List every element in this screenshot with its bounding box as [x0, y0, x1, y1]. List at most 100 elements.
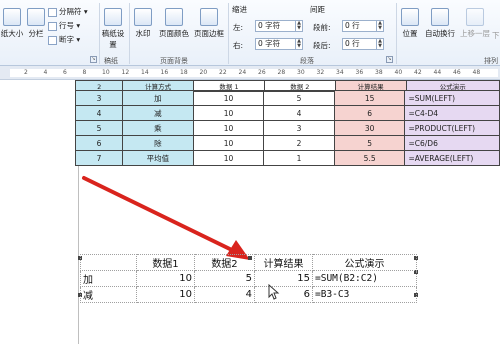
draft-paper-button[interactable]: 稿纸设置 [100, 8, 126, 50]
table-header-cell[interactable]: 公式演示 [312, 254, 417, 271]
ruler-tick-label: 32 [316, 69, 325, 76]
separator [396, 3, 397, 64]
row-number-cell[interactable]: 7 [74, 150, 124, 166]
page-color-button[interactable]: 页面颜色 [156, 8, 192, 39]
table-header-cell[interactable]: 计算结果 [254, 254, 313, 271]
table-row: 6 除 10 2 5 =C6/D6 [74, 135, 500, 151]
wrap-text-button[interactable]: 自动换行 [424, 8, 456, 39]
hyphenation-button[interactable]: 断字 ▾ [48, 34, 80, 45]
paper-size-icon [3, 8, 21, 26]
breaks-button[interactable]: 分隔符 ▾ [48, 6, 88, 17]
table-row: 加 10 5 15 =SUM(B2:C2) [80, 270, 417, 287]
watermark-button[interactable]: 水印 [132, 8, 154, 39]
line-numbers-button[interactable]: 行号 ▾ [48, 20, 80, 31]
columns-button[interactable]: 分栏 [26, 8, 46, 39]
data2-cell[interactable]: 2 [263, 135, 335, 151]
formula-cell[interactable]: =B3-C3 [312, 286, 417, 303]
spacing-before-label: 段前: [313, 23, 331, 32]
ruler-tick-label: 6 [63, 69, 67, 76]
ruler-tick-label: 24 [238, 69, 247, 76]
spinner-arrows-icon[interactable]: ▲ ▼ [376, 21, 383, 31]
spinner-arrows-icon[interactable]: ▲ ▼ [295, 21, 302, 31]
result-cell[interactable]: 6 [254, 286, 313, 303]
spacing-title: 间距 [310, 5, 325, 14]
page-borders-button[interactable]: 页面边框 [192, 8, 226, 39]
spinner-arrows-icon[interactable]: ▲ ▼ [376, 39, 383, 49]
ruler-tick-label: 34 [336, 69, 344, 76]
formula-cell[interactable]: =SUM(B2:C2) [312, 270, 417, 287]
hyphenation-label: 断字 [59, 35, 74, 44]
position-button[interactable]: 位置 [398, 8, 422, 39]
indent-right-label: 右: [233, 41, 244, 50]
result-cell[interactable]: 5 [333, 135, 406, 151]
separator [228, 3, 229, 64]
spinner-arrows-icon[interactable]: ▲ ▼ [295, 39, 302, 49]
spacing-before-input[interactable]: 0 行 ▲ ▼ [342, 20, 384, 32]
result-cell[interactable]: 15 [254, 270, 313, 287]
spacing-after-value: 0 行 [345, 39, 360, 48]
data1-cell[interactable]: 10 [192, 150, 265, 166]
data1-cell[interactable]: 10 [192, 135, 265, 151]
table-header-cell[interactable]: 数据2 [194, 254, 255, 271]
horizontal-ruler[interactable]: 2 4 6 8 10 12 14 16 18 20 22 24 26 28 30 32 34 36 38 40 42 44… [0, 66, 500, 80]
bring-forward-icon [466, 8, 484, 26]
data2-cell[interactable]: 1 [263, 150, 335, 166]
data2-cell[interactable]: 5 [194, 270, 255, 287]
paragraph-group-label: 段落 [300, 57, 314, 65]
result-cell[interactable]: 15 [333, 90, 406, 106]
send-backward-label[interactable]: 下 [492, 30, 500, 41]
ruler-tick-label: 14 [141, 69, 149, 76]
result-cell[interactable]: 5.5 [333, 150, 406, 166]
operation-cell[interactable]: 加 [122, 90, 194, 106]
operation-cell[interactable]: 减 [122, 105, 194, 121]
data1-cell[interactable]: 10 [136, 270, 195, 287]
ruler-tick-label: 16 [160, 69, 169, 76]
ribbon: 纸大小 分栏 分隔符 ▾ 行号 ▾ 断字 ▾ ↘ 稿纸设置 稿纸 水印 页面颜色… [0, 0, 500, 66]
operation-cell[interactable]: 除 [122, 135, 194, 151]
formula-table[interactable]: 数据1 数据2 计算结果 公式演示 加 10 5 15 =SUM(B2:C2) … [80, 254, 417, 303]
operation-cell[interactable]: 乘 [122, 120, 194, 136]
data1-cell[interactable]: 10 [192, 90, 265, 106]
arrange-group-label: 排列 [484, 57, 498, 65]
row-number-cell[interactable]: 5 [74, 120, 124, 136]
data1-cell[interactable]: 10 [136, 286, 195, 303]
formula-cell[interactable]: =SUM(LEFT) [404, 90, 500, 106]
formula-cell[interactable]: =AVERAGE(LEFT) [404, 150, 500, 166]
wrap-text-label: 自动换行 [425, 29, 455, 38]
operation-cell[interactable]: 加 [80, 270, 137, 287]
spacing-after-input[interactable]: 0 行 ▲ ▼ [342, 38, 384, 50]
table-header-row: 数据1 数据2 计算结果 公式演示 [80, 254, 417, 271]
data1-cell[interactable]: 10 [192, 105, 265, 121]
bring-forward-button[interactable]: 上移一层 [458, 8, 492, 39]
data2-cell[interactable]: 4 [194, 286, 255, 303]
formula-cell[interactable]: =C6/D6 [404, 135, 500, 151]
ruler-tick-label: 26 [258, 69, 266, 76]
formula-cell[interactable]: =PRODUCT(LEFT) [404, 120, 500, 136]
operation-cell[interactable]: 减 [80, 286, 137, 303]
ruler-tick-label: 42 [414, 69, 422, 76]
result-cell[interactable]: 6 [333, 105, 406, 121]
ruler-tick-label: 8 [82, 69, 87, 76]
row-number-cell[interactable]: 6 [74, 135, 124, 151]
page-setup-launcher[interactable]: ↘ [90, 56, 97, 63]
ruler-tick-label: 46 [453, 69, 461, 76]
ruler-tick-label: 4 [43, 69, 48, 76]
row-number-cell[interactable]: 4 [74, 105, 124, 121]
result-cell[interactable]: 30 [333, 120, 406, 136]
paper-size-button[interactable]: 纸大小 [0, 8, 24, 39]
table-header-cell[interactable] [80, 254, 137, 271]
formula-cell[interactable]: =C4-D4 [404, 105, 500, 121]
operation-cell[interactable]: 平均值 [122, 150, 194, 166]
paragraph-launcher[interactable]: ↘ [386, 56, 393, 63]
ruler-tick-label: 38 [375, 69, 383, 76]
indent-right-input[interactable]: 0 字符 ▲ ▼ [255, 38, 303, 50]
data1-cell[interactable]: 10 [192, 120, 265, 136]
table-header-cell[interactable]: 数据1 [136, 254, 195, 271]
row-number-cell[interactable]: 3 [74, 90, 124, 106]
data2-cell[interactable]: 5 [263, 90, 335, 106]
data2-cell[interactable]: 3 [263, 120, 335, 136]
ruler-tick-label: 44 [433, 69, 442, 76]
data2-cell[interactable]: 4 [263, 105, 335, 121]
indent-left-input[interactable]: 0 字符 ▲ ▼ [255, 20, 303, 32]
ruler-tick-label: 30 [297, 69, 305, 76]
